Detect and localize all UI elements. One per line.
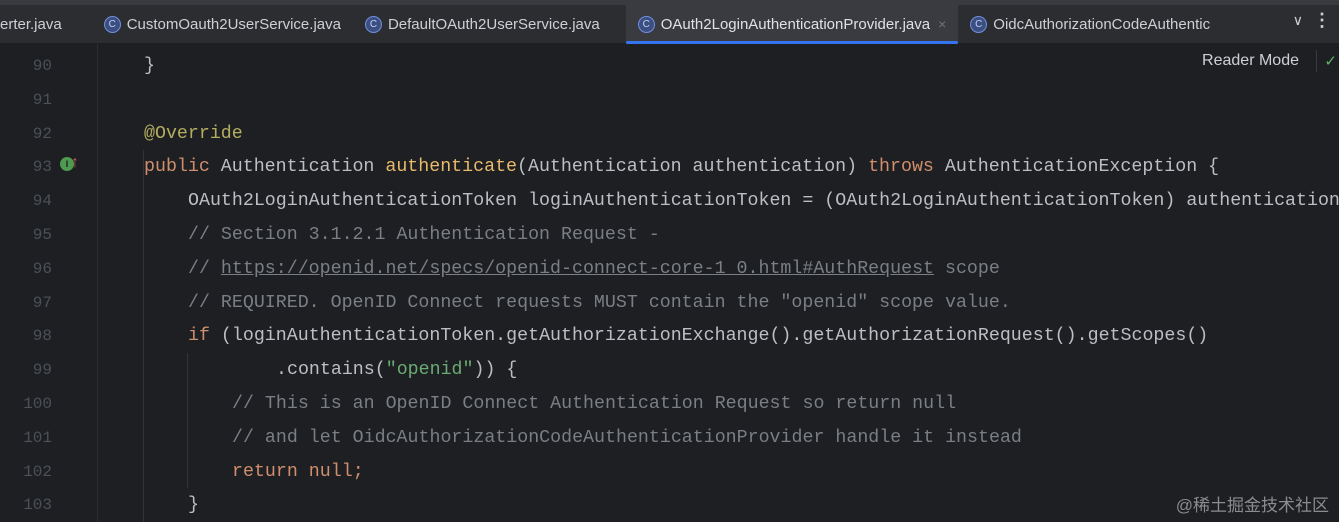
code-line: 96 // https://openid.net/specs/openid-con… — [0, 252, 1339, 286]
code-line: 99 .contains("openid")) { — [0, 353, 1339, 387]
code-text: } — [188, 495, 199, 515]
line-number: 90 — [32, 57, 52, 75]
code-token: "openid" — [385, 360, 474, 381]
tab-0[interactable]: erter.java — [0, 5, 92, 44]
line-number: 103 — [23, 496, 52, 515]
code-token: scope — [934, 258, 1000, 279]
code-text: // This is an OpenID Connect Authenticat… — [232, 394, 956, 414]
code-text: return null; — [232, 462, 364, 482]
divider — [1316, 50, 1317, 72]
code-token: // This is an OpenID Connect Authenticat… — [232, 394, 957, 414]
code-token: // and let OidcAuthorizationCodeAuthenti… — [232, 427, 1022, 448]
code-token: } — [188, 495, 199, 516]
code-line: 100 // This is an OpenID Connect Authenti… — [0, 387, 1339, 421]
class-icon: C — [103, 15, 121, 33]
code-token: } — [144, 56, 155, 76]
code-line: 98 if (loginAuthenticationToken.getAuthor… — [0, 319, 1339, 353]
watermark: @稀土掘金技术社区 — [1175, 496, 1329, 515]
code-text: } — [144, 56, 155, 76]
code-token: throws — [868, 157, 934, 178]
code-line: 91 — [0, 83, 1339, 117]
code-token: (loginAuthenticationToken.getAuthorizati… — [209, 326, 1209, 347]
code-line: 101 // and let OidcAuthorizationCodeAuthe… — [0, 421, 1339, 455]
line-number: 101 — [23, 428, 52, 447]
code-text: // and let OidcAuthorizationCodeAuthenti… — [232, 428, 1022, 448]
code-text: // https://openid.net/specs/openid-conne… — [188, 259, 1000, 279]
line-number: 100 — [23, 395, 52, 413]
code-text: @Override — [144, 124, 243, 144]
code-token: // — [188, 258, 221, 279]
line-number: 97 — [32, 293, 52, 312]
line-number: 95 — [32, 226, 52, 244]
code-line: 90} — [0, 49, 1339, 83]
more-vertical-icon[interactable]: ⋮ — [1313, 10, 1331, 31]
code-token: public — [144, 157, 210, 178]
code-token: return null — [232, 461, 353, 482]
tab-label: DefaultOAuth2UserService.java — [387, 15, 600, 33]
line-number: 93 — [32, 158, 52, 177]
code-token: .contains( — [276, 360, 386, 381]
code-token: @Override — [144, 123, 243, 144]
code-text: public Authentication authenticate(Authe… — [144, 157, 1219, 177]
code-text: .contains("openid")) { — [276, 360, 517, 380]
code-line: 95 // Section 3.1.2.1 Authentication Requ… — [0, 218, 1339, 252]
code-token: AuthenticationException { — [933, 157, 1220, 178]
line-number: 91 — [32, 90, 52, 109]
line-number: 96 — [32, 259, 52, 278]
double-check-icon[interactable]: ✓ — [1324, 52, 1337, 70]
code-text: OAuth2LoginAuthenticationToken loginAuth… — [188, 191, 1339, 211]
close-icon[interactable]: × — [938, 16, 946, 32]
reader-mode-button[interactable]: Reader Mode — [1202, 52, 1299, 70]
code-link[interactable]: https://openid.net/specs/openid-connect-… — [221, 259, 934, 279]
overrides-arrow-icon[interactable]: ↑ — [71, 154, 79, 172]
class-icon: C — [637, 15, 655, 33]
code-line: 94 OAuth2LoginAuthenticationToken loginAu… — [0, 184, 1339, 218]
code-token: if — [188, 326, 210, 347]
class-icon: C — [970, 15, 988, 33]
chevron-down-icon[interactable]: ∨ — [1293, 12, 1303, 29]
line-number: 98 — [32, 327, 52, 346]
code-text: if (loginAuthenticationToken.getAuthoriz… — [188, 326, 1208, 346]
code-token: // REQUIRED. OpenID Connect requests MUS… — [188, 292, 1011, 313]
code-token: // Section 3.1.2.1 Authentication Reques… — [188, 225, 660, 245]
tab-2[interactable]: C DefaultOAuth2UserService.java — [353, 5, 612, 44]
line-number: 92 — [32, 124, 52, 143]
line-number: 94 — [32, 192, 52, 211]
class-icon: C — [364, 15, 382, 33]
tab-1[interactable]: C CustomOauth2UserService.java — [92, 5, 353, 44]
code-token: )) { — [473, 360, 518, 381]
tab-label: OidcAuthorizationCodeAuthentic — [993, 15, 1211, 33]
tab-label: CustomOauth2UserService.java — [126, 15, 341, 33]
code-token: OAuth2LoginAuthenticationToken loginAuth… — [188, 191, 1339, 212]
code-line: 97 // REQUIRED. OpenID Connect requests M… — [0, 286, 1339, 320]
tab-4[interactable]: C OidcAuthorizationCodeAuthentic — [958, 5, 1222, 44]
code-text: // Section 3.1.2.1 Authentication Reques… — [188, 225, 660, 245]
line-number: 102 — [23, 462, 52, 481]
line-number: 99 — [32, 361, 52, 380]
code-line: 92 @Override — [0, 117, 1339, 151]
code-line: 102 return null; — [0, 455, 1339, 489]
code-text: // REQUIRED. OpenID Connect requests MUS… — [188, 293, 1011, 313]
tab-3[interactable]: C OAuth2LoginAuthenticationProvider.java × — [625, 4, 959, 44]
code-token: Authentication — [209, 157, 386, 178]
code-line: 93 public Authentication authenticate(Aut… — [0, 150, 1339, 184]
tab-label: OAuth2LoginAuthenticationProvider.java — [660, 15, 931, 33]
code-token: (Authentication authentication) — [517, 157, 869, 178]
code-token: ; — [352, 461, 364, 482]
code-token: authenticate — [385, 157, 518, 178]
code-line: 103} — [0, 488, 1339, 522]
editor-tab-bar: erter.java C CustomOauth2UserService.java C… — [0, 0, 1339, 44]
tab-label: erter.java — [0, 15, 62, 33]
